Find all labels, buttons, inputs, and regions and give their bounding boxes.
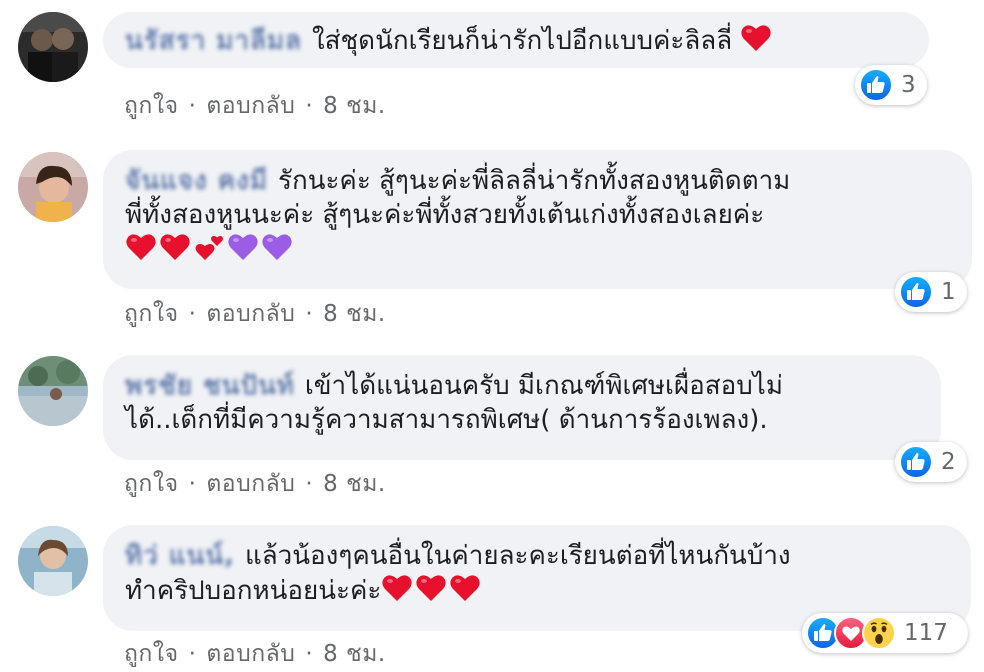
red-heart-icon <box>415 573 447 603</box>
comment-actions: ถูกใจ · ตอบกลับ · 8 ชม. <box>124 466 386 502</box>
avatar[interactable] <box>18 152 88 222</box>
two-hearts-icon <box>193 232 225 262</box>
like-reaction-icon <box>899 445 933 479</box>
timestamp[interactable]: 8 ชม. <box>323 301 386 327</box>
separator-dot: · <box>305 93 314 119</box>
comment-actions: ถูกใจ · ตอบกลับ · 8 ชม. <box>124 296 386 332</box>
like-reaction-icon <box>859 68 893 102</box>
comment-text-line-1: รักนะค่ะ สู้ๆนะค่ะพี่ลิลลี่น่ารักทั้งสอง… <box>277 166 791 196</box>
like-link[interactable]: ถูกใจ <box>124 641 179 667</box>
commenter-name[interactable]: พรชัย ชนปันท์ <box>125 369 295 403</box>
comment-text-line-1: เข้าได้แน่นอนครับ มีเกณฑ์พิเศษเผื่อสอบไม… <box>304 371 783 401</box>
like-reaction-icon <box>899 275 933 309</box>
reaction-count: 1 <box>941 279 956 305</box>
reply-link[interactable]: ตอบกลับ <box>206 641 295 667</box>
commenter-name[interactable]: จันแจง คงมี <box>125 164 268 198</box>
avatar[interactable] <box>18 12 88 82</box>
timestamp[interactable]: 8 ชม. <box>323 93 386 119</box>
separator-dot: · <box>305 641 314 667</box>
reaction-summary[interactable]: 3 <box>855 65 927 105</box>
comment-text-line-2: ทำคริปบอกหน่อยน่ะค่ะ <box>125 576 382 606</box>
purple-heart-icon <box>261 232 293 262</box>
separator-dot: · <box>305 471 314 497</box>
red-heart-icon <box>159 232 191 262</box>
reaction-count: 3 <box>901 72 916 98</box>
red-heart-icon <box>125 232 157 262</box>
comment-actions: ถูกใจ · ตอบกลับ · 8 ชม. <box>124 636 386 672</box>
reaction-summary[interactable]: 1 <box>895 272 967 312</box>
commenter-name[interactable]: ทิว่ แนน์, <box>125 539 235 573</box>
timestamp[interactable]: 8 ชม. <box>323 641 386 667</box>
red-heart-icon <box>381 573 413 603</box>
comment-bubble: จันแจง คงมี รักนะค่ะ สู้ๆนะค่ะพี่ลิลลี่น่… <box>103 150 972 289</box>
wow-reaction-icon <box>862 616 896 650</box>
reply-link[interactable]: ตอบกลับ <box>206 93 295 119</box>
comment-text-line-1: แล้วน้องๆคนอื่นในค่ายละคะเรียนต่อที่ไหนก… <box>244 541 791 571</box>
like-link[interactable]: ถูกใจ <box>124 301 179 327</box>
red-heart-icon <box>740 23 772 53</box>
avatar[interactable] <box>18 526 88 596</box>
reaction-count: 117 <box>904 620 948 646</box>
purple-heart-icon <box>227 232 259 262</box>
reaction-count: 2 <box>941 449 956 475</box>
comment-text-line-2: ได้..เด็กที่มีความรู้ความสามารถพิเศษ( ด้… <box>125 405 768 435</box>
like-link[interactable]: ถูกใจ <box>124 471 179 497</box>
reply-link[interactable]: ตอบกลับ <box>206 301 295 327</box>
separator-dot: · <box>305 301 314 327</box>
comment-text-line-2: พี่ทั้งสองหูนนะค่ะ สู้ๆนะค่ะพี่ทั้งสวยทั… <box>125 200 765 230</box>
timestamp[interactable]: 8 ชม. <box>323 471 386 497</box>
comment-text: ใส่ชุดนักเรียนก็น่ารักไปอีกแบบค่ะลิลลี่ <box>311 26 733 56</box>
avatar[interactable] <box>18 356 88 426</box>
reaction-summary[interactable]: 117 <box>802 613 968 653</box>
comment-bubble: นรัสรา มาลีมล ใส่ชุดนักเรียนก็น่ารักไปอีก… <box>103 12 929 68</box>
comment-actions: ถูกใจ · ตอบกลับ · 8 ชม. <box>124 88 386 124</box>
separator-dot: · <box>188 301 197 327</box>
like-link[interactable]: ถูกใจ <box>124 93 179 119</box>
reaction-summary[interactable]: 2 <box>895 442 967 482</box>
commenter-name[interactable]: นรัสรา มาลีมล <box>125 24 302 58</box>
separator-dot: · <box>188 93 197 119</box>
comment-bubble: พรชัย ชนปันท์ เข้าได้แน่นอนครับ มีเกณฑ์พิ… <box>103 355 941 460</box>
separator-dot: · <box>188 471 197 497</box>
red-heart-icon <box>449 573 481 603</box>
separator-dot: · <box>188 641 197 667</box>
reply-link[interactable]: ตอบกลับ <box>206 471 295 497</box>
